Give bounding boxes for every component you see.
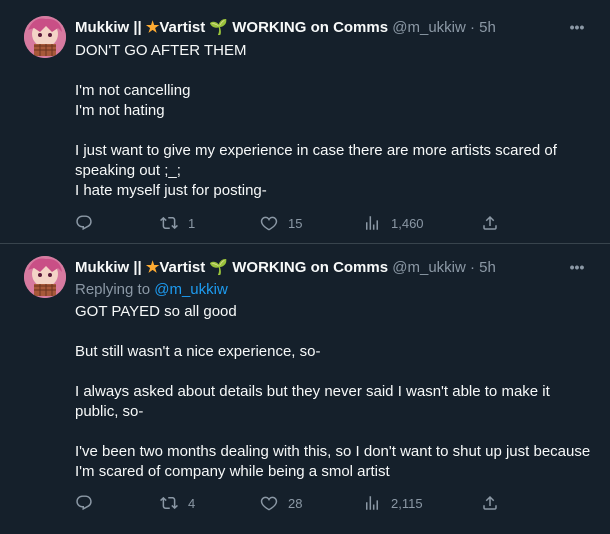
retweet-button[interactable]: 4 bbox=[160, 492, 195, 514]
more-options-icon[interactable]: ••• bbox=[566, 20, 588, 40]
like-count: 15 bbox=[288, 215, 303, 231]
more-options-icon[interactable]: ••• bbox=[566, 260, 588, 280]
avatar-image bbox=[24, 16, 66, 58]
like-button[interactable]: 15 bbox=[260, 212, 302, 234]
text-line bbox=[75, 422, 595, 442]
tweet-actions: 4 28 2,115 bbox=[75, 492, 505, 514]
reply-icon bbox=[76, 495, 92, 511]
heart-icon bbox=[260, 496, 278, 511]
retweet-button[interactable]: 1 bbox=[160, 212, 195, 234]
tweet-header: Mukkiw || ★Vartist 🌱 WORKING on Comms @m… bbox=[75, 258, 496, 278]
star-icon: ★ bbox=[145, 19, 160, 36]
tweet-actions: 1 15 1,460 bbox=[75, 212, 505, 234]
text-line: public, so- bbox=[75, 403, 144, 420]
separator-dot: · bbox=[470, 19, 475, 36]
heart-icon bbox=[260, 216, 278, 231]
name-part: Mukkiw || bbox=[75, 19, 146, 36]
text-line bbox=[75, 322, 595, 342]
retweet-count: 4 bbox=[188, 495, 196, 511]
timestamp[interactable]: 5h bbox=[479, 19, 496, 36]
retweet-icon bbox=[160, 496, 178, 510]
name-part: Vartist bbox=[159, 19, 210, 36]
text-line: But still wasn't a nice experience, so- bbox=[75, 343, 321, 360]
view-count: 2,115 bbox=[391, 495, 423, 511]
share-button[interactable] bbox=[481, 212, 499, 234]
views-button[interactable]: 1,460 bbox=[363, 212, 424, 234]
handle[interactable]: @m_ukkiw bbox=[392, 19, 466, 36]
sprout-icon: 🌱 bbox=[209, 259, 229, 276]
tweet-text: GOT PAYED so all good But still wasn't a… bbox=[75, 302, 595, 482]
handle[interactable]: @m_ukkiw bbox=[392, 259, 466, 276]
text-line: I'm not hating bbox=[75, 102, 165, 119]
views-icon bbox=[366, 216, 378, 230]
like-button[interactable]: 28 bbox=[260, 492, 302, 514]
text-line: DON'T GO AFTER THEM bbox=[75, 42, 247, 59]
mention-link[interactable]: @m_ukkiw bbox=[154, 281, 228, 298]
timestamp[interactable]: 5h bbox=[479, 259, 496, 276]
reply-icon bbox=[76, 215, 92, 231]
display-name[interactable]: Mukkiw || ★Vartist 🌱 WORKING on Comms bbox=[75, 19, 392, 36]
views-button[interactable]: 2,115 bbox=[363, 492, 423, 514]
tweet-2[interactable]: Mukkiw || ★Vartist 🌱 WORKING on Comms @m… bbox=[0, 244, 610, 534]
text-line: I've been two months dealing with this, … bbox=[75, 443, 591, 460]
text-line bbox=[75, 61, 595, 81]
text-line: I hate myself just for posting- bbox=[75, 182, 267, 199]
avatar[interactable] bbox=[24, 256, 66, 298]
text-line bbox=[75, 362, 595, 382]
name-part: Mukkiw || bbox=[75, 259, 146, 276]
name-part: WORKING on Comms bbox=[228, 19, 389, 36]
replying-to: Replying to @m_ukkiw bbox=[75, 281, 228, 298]
share-icon bbox=[483, 495, 497, 510]
text-line: I just want to give my experience in cas… bbox=[75, 142, 557, 159]
tweet-text: DON'T GO AFTER THEM I'm not cancelling I… bbox=[75, 41, 595, 201]
share-icon bbox=[483, 215, 497, 230]
name-part: WORKING on Comms bbox=[228, 259, 389, 276]
separator-dot: · bbox=[470, 259, 475, 276]
text-line: GOT PAYED so all good bbox=[75, 303, 237, 320]
text-line: I'm scared of company while being a smol… bbox=[75, 463, 390, 480]
share-button[interactable] bbox=[481, 492, 499, 514]
avatar-image bbox=[24, 256, 66, 298]
text-line: I'm not cancelling bbox=[75, 82, 191, 99]
reply-button[interactable] bbox=[75, 492, 93, 514]
reply-button[interactable] bbox=[75, 212, 93, 234]
replying-label: Replying to bbox=[75, 281, 155, 298]
star-icon: ★ bbox=[145, 259, 160, 276]
text-line: I always asked about details but they ne… bbox=[75, 383, 550, 400]
avatar[interactable] bbox=[24, 16, 66, 58]
text-line bbox=[75, 121, 595, 141]
retweet-count: 1 bbox=[188, 215, 196, 231]
tweet-1[interactable]: Mukkiw || ★Vartist 🌱 WORKING on Comms @m… bbox=[0, 0, 610, 244]
view-count: 1,460 bbox=[391, 215, 424, 231]
display-name[interactable]: Mukkiw || ★Vartist 🌱 WORKING on Comms bbox=[75, 259, 392, 276]
name-part: Vartist bbox=[159, 259, 210, 276]
retweet-icon bbox=[160, 216, 178, 230]
sprout-icon: 🌱 bbox=[209, 19, 229, 36]
text-line: speaking out ;_; bbox=[75, 162, 181, 179]
tweet-header: Mukkiw || ★Vartist 🌱 WORKING on Comms @m… bbox=[75, 18, 496, 38]
like-count: 28 bbox=[288, 495, 303, 511]
views-icon bbox=[366, 496, 378, 510]
